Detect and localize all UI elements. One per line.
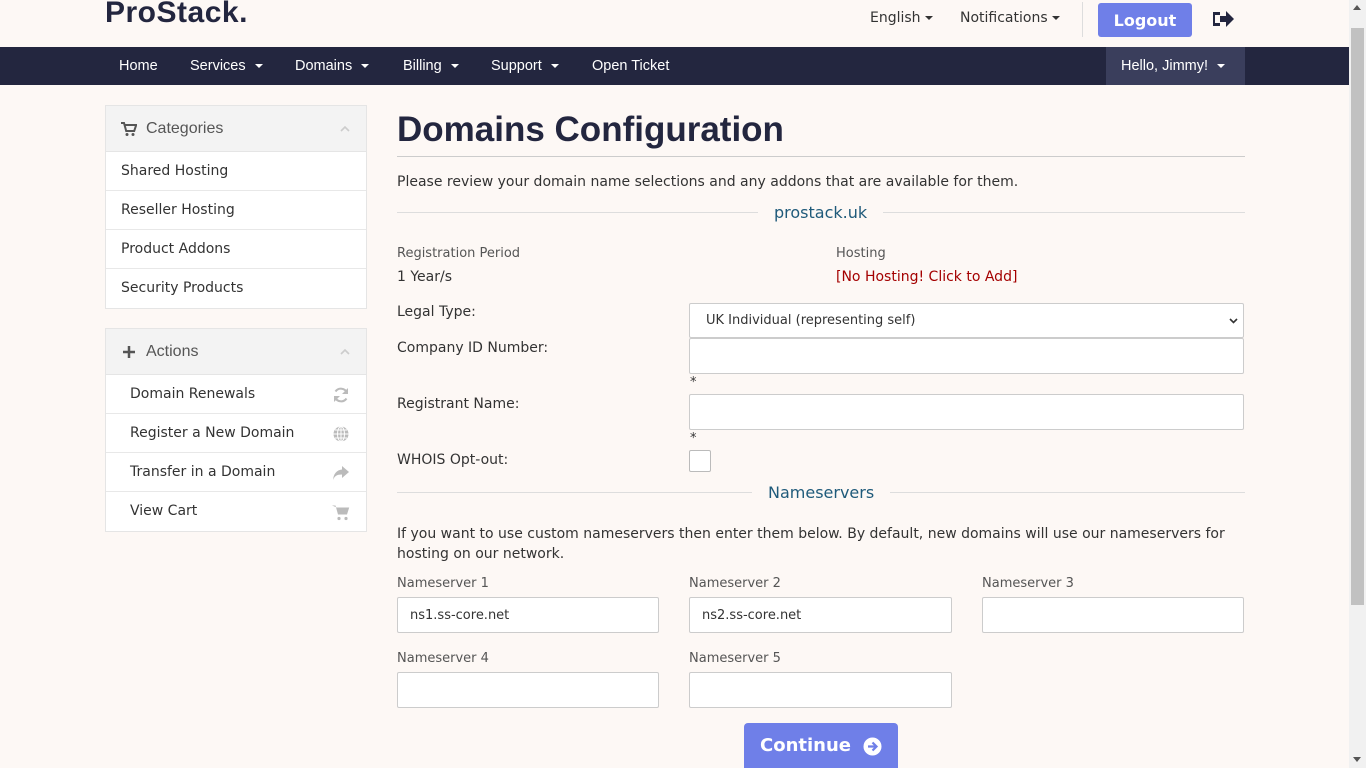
continue-button[interactable]: Continue bbox=[744, 723, 898, 768]
brand-logo[interactable]: ProStack.™ bbox=[105, 0, 256, 30]
whois-optout-label: WHOIS Opt-out: bbox=[397, 452, 509, 468]
refresh-icon bbox=[334, 387, 348, 403]
shopping-cart-icon bbox=[332, 505, 350, 521]
chevron-up-icon[interactable] bbox=[340, 347, 350, 357]
actions-panel-header[interactable]: Actions bbox=[106, 329, 366, 375]
company-id-label: Company ID Number: bbox=[397, 340, 549, 356]
category-item-security-products[interactable]: Security Products bbox=[106, 269, 366, 308]
required-indicator: * bbox=[690, 431, 697, 446]
nav-item-domains[interactable]: Domains bbox=[295, 47, 370, 85]
chevron-up-icon[interactable] bbox=[340, 124, 350, 134]
required-indicator: * bbox=[690, 375, 697, 390]
scroll-up-icon[interactable] bbox=[1353, 5, 1361, 10]
nameserver-1-label: Nameserver 1 bbox=[397, 576, 489, 591]
action-transfer-domain[interactable]: Transfer in a Domain bbox=[106, 453, 366, 492]
hosting-label: Hosting bbox=[836, 246, 886, 261]
legal-type-label: Legal Type: bbox=[397, 304, 476, 320]
nameserver-2-input[interactable] bbox=[689, 597, 952, 633]
nameserver-2-label: Nameserver 2 bbox=[689, 576, 781, 591]
category-item-shared-hosting[interactable]: Shared Hosting bbox=[106, 152, 366, 191]
nav-item-support[interactable]: Support bbox=[491, 47, 559, 85]
whois-optout-checkbox[interactable] bbox=[689, 450, 711, 472]
language-label: English bbox=[870, 10, 921, 26]
notifications-dropdown[interactable]: Notifications bbox=[960, 10, 1060, 26]
chevron-down-icon bbox=[1051, 16, 1060, 20]
legal-type-selected: UK Individual (representing self) bbox=[706, 313, 916, 328]
nameserver-5-label: Nameserver 5 bbox=[689, 651, 781, 666]
nameserver-1-input[interactable] bbox=[397, 597, 659, 633]
categories-panel-header[interactable]: Categories bbox=[106, 106, 366, 152]
scroll-down-icon[interactable] bbox=[1353, 757, 1361, 762]
plus-icon bbox=[123, 346, 135, 358]
nav-item-home[interactable]: Home bbox=[119, 47, 158, 85]
globe-icon bbox=[333, 426, 349, 442]
notifications-label: Notifications bbox=[960, 10, 1048, 26]
logout-button[interactable]: Logout bbox=[1098, 3, 1192, 37]
title-divider bbox=[397, 156, 1245, 157]
share-arrow-icon bbox=[333, 466, 349, 480]
category-item-reseller-hosting[interactable]: Reseller Hosting bbox=[106, 191, 366, 230]
action-view-cart[interactable]: View Cart bbox=[106, 492, 366, 531]
nameserver-4-label: Nameserver 4 bbox=[397, 651, 489, 666]
action-register-domain[interactable]: Register a New Domain bbox=[106, 414, 366, 453]
sign-out-icon[interactable] bbox=[1211, 9, 1235, 29]
page-scrollbar[interactable] bbox=[1349, 0, 1366, 768]
user-menu[interactable]: Hello, Jimmy! bbox=[1106, 47, 1245, 85]
intro-text: Please review your domain name selection… bbox=[397, 174, 1019, 190]
shopping-cart-icon bbox=[121, 122, 137, 136]
chevron-down-icon bbox=[1217, 64, 1226, 69]
nameservers-intro: If you want to use custom nameservers th… bbox=[397, 526, 1225, 562]
nameserver-5-input[interactable] bbox=[689, 672, 952, 708]
chevron-down-icon bbox=[254, 64, 263, 69]
nameserver-3-label: Nameserver 3 bbox=[982, 576, 1074, 591]
language-dropdown[interactable]: English bbox=[870, 10, 933, 26]
scrollbar-thumb[interactable] bbox=[1351, 28, 1364, 605]
domain-name-heading: prostack.uk bbox=[758, 203, 884, 222]
top-bar: ProStack.™ English Notifications Logout bbox=[0, 0, 1349, 47]
registration-period-label: Registration Period bbox=[397, 246, 521, 261]
nav-item-services[interactable]: Services bbox=[190, 47, 263, 85]
nav-item-billing[interactable]: Billing bbox=[403, 47, 459, 85]
nameservers-heading: Nameservers bbox=[752, 483, 891, 502]
registrant-name-input[interactable] bbox=[689, 394, 1244, 430]
nav-item-open-ticket[interactable]: Open Ticket bbox=[592, 47, 669, 85]
nameserver-3-input[interactable] bbox=[982, 597, 1244, 633]
add-hosting-link[interactable]: [No Hosting! Click to Add] bbox=[836, 269, 1017, 285]
divider bbox=[1082, 2, 1083, 37]
legal-type-select[interactable]: UK Individual (representing self) bbox=[689, 303, 1244, 338]
chevron-down-icon bbox=[1229, 318, 1238, 324]
arrow-circle-right-icon bbox=[863, 737, 882, 756]
main-navbar: Home Services Domains Billing Support Op… bbox=[0, 47, 1349, 85]
continue-label: Continue bbox=[760, 735, 852, 756]
page-title: Domains Configuration bbox=[397, 110, 784, 149]
registrant-name-label: Registrant Name: bbox=[397, 396, 520, 412]
action-domain-renewals[interactable]: Domain Renewals bbox=[106, 375, 366, 414]
registration-period-value: 1 Year/s bbox=[397, 269, 453, 285]
nameserver-4-input[interactable] bbox=[397, 672, 659, 708]
actions-title: Actions bbox=[146, 343, 199, 360]
company-id-input[interactable] bbox=[689, 338, 1244, 374]
actions-panel: Actions Domain Renewals Register a New D… bbox=[105, 328, 367, 532]
category-item-product-addons[interactable]: Product Addons bbox=[106, 230, 366, 269]
chevron-down-icon bbox=[924, 16, 933, 20]
chevron-down-icon bbox=[361, 64, 370, 69]
categories-panel: Categories Shared Hosting Reseller Hosti… bbox=[105, 105, 367, 309]
chevron-down-icon bbox=[550, 64, 559, 69]
categories-title: Categories bbox=[146, 120, 224, 137]
chevron-down-icon bbox=[450, 64, 459, 69]
